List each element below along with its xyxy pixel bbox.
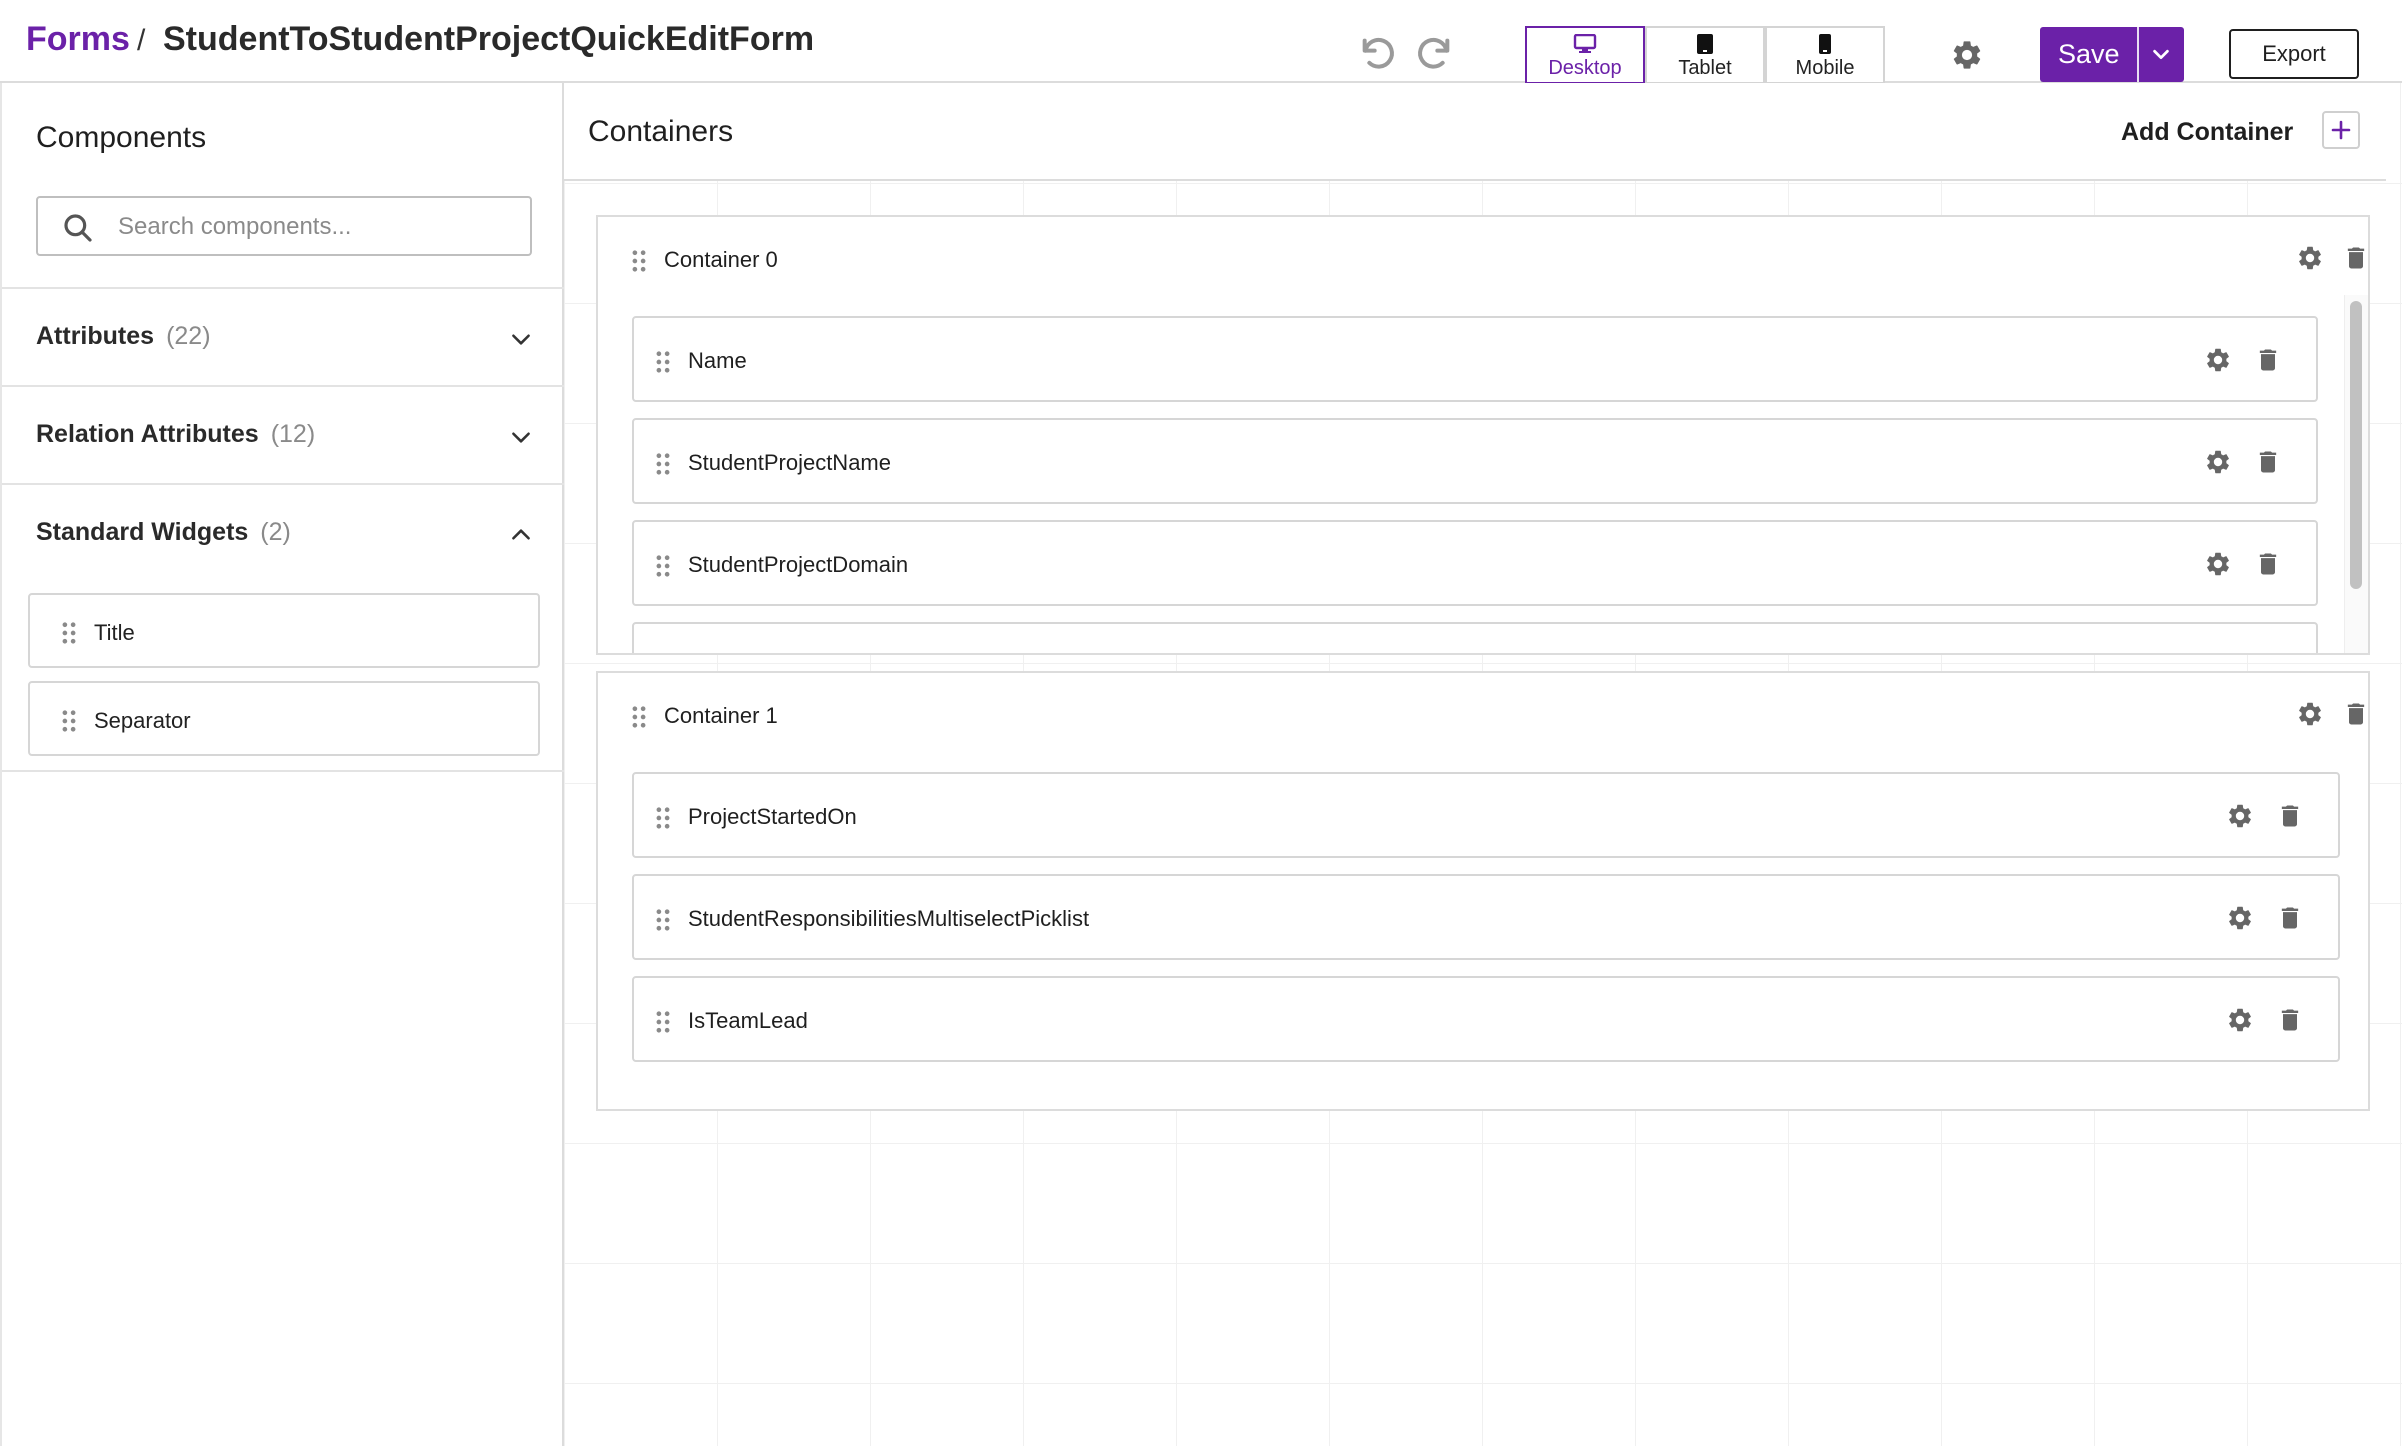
tab-desktop-label: Desktop	[1548, 57, 1622, 79]
container-0[interactable]: Container 0 Name StudentProjectName Stud…	[596, 215, 2370, 655]
tab-tablet-label: Tablet	[1678, 57, 1732, 79]
tab-mobile-label: Mobile	[1795, 57, 1855, 79]
field-settings-gear-icon[interactable]	[2226, 904, 2254, 932]
search-input[interactable]	[118, 208, 518, 246]
container-trash-icon[interactable]	[2342, 244, 2370, 272]
drag-handle-icon[interactable]	[656, 909, 670, 931]
top-header: Forms / StudentToStudentProjectQuickEdit…	[0, 0, 2402, 84]
chevron-down-icon[interactable]	[508, 424, 534, 450]
save-button-divider	[2137, 27, 2139, 82]
drag-handle-icon[interactable]	[632, 250, 646, 272]
add-container-button[interactable]	[2322, 111, 2360, 149]
field-settings-gear-icon[interactable]	[2226, 1006, 2254, 1034]
field-label: StudentProjectName	[688, 450, 891, 475]
field-label: ProjectStartedOn	[688, 804, 857, 829]
search-box	[36, 196, 532, 256]
drag-handle-icon[interactable]	[656, 351, 670, 373]
save-button-label: Save	[2058, 39, 2120, 69]
field-settings-gear-icon[interactable]	[2226, 802, 2254, 830]
drag-handle-icon[interactable]	[656, 453, 670, 475]
field-trash-icon[interactable]	[2276, 904, 2304, 932]
widget-title-label: Title	[94, 620, 135, 645]
field-label: StudentResponsibilitiesMultiselectPickli…	[688, 906, 1090, 931]
field-trash-icon[interactable]	[2276, 802, 2304, 830]
section-attributes-title: Attributes (22)	[36, 322, 211, 350]
container-trash-icon[interactable]	[2342, 700, 2370, 728]
chevron-up-icon[interactable]	[508, 522, 534, 548]
drag-handle-icon[interactable]	[656, 555, 670, 577]
components-sidebar: Components Attributes(22) Relation Attri…	[0, 83, 564, 1446]
containers-canvas: Containers Add Container Container 0 Nam…	[564, 83, 2402, 1446]
container-1[interactable]: Container 1 ProjectStartedOn StudentResp…	[596, 671, 2370, 1111]
field-settings-gear-icon[interactable]	[2204, 652, 2232, 653]
widget-separator-label: Separator	[94, 708, 191, 733]
section-relation-attributes-title: Relation Attributes (12)	[36, 420, 316, 448]
drag-handle-icon[interactable]	[62, 710, 76, 732]
field-row[interactable]: ProjectStartedOn	[632, 772, 2340, 858]
container-settings-gear-icon[interactable]	[2296, 700, 2324, 728]
field-trash-icon[interactable]	[2254, 550, 2282, 578]
field-trash-icon[interactable]	[2254, 448, 2282, 476]
field-settings-gear-icon[interactable]	[2204, 346, 2232, 374]
chevron-down-icon[interactable]	[508, 326, 534, 352]
field-trash-icon[interactable]	[2254, 346, 2282, 374]
field-settings-gear-icon[interactable]	[2204, 550, 2232, 578]
tablet-icon	[1697, 34, 1713, 54]
field-label: IsTeamLead	[688, 1008, 808, 1033]
drag-handle-icon[interactable]	[62, 622, 76, 644]
section-relation-attributes-count: (12)	[270, 420, 316, 448]
section-standard-widgets-count: (2)	[260, 518, 291, 546]
components-title: Components	[36, 121, 207, 154]
section-standard-widgets[interactable]: Standard Widgets (2)	[2, 483, 564, 581]
section-attributes[interactable]: Attributes (22)	[2, 287, 564, 385]
field-row[interactable]: StudentProjectName	[632, 418, 2318, 504]
field-row[interactable]: IsTeamLead	[632, 976, 2340, 1062]
tab-tablet[interactable]: Tablet	[1645, 26, 1765, 84]
redo-icon[interactable]	[1414, 34, 1454, 74]
tab-mobile[interactable]: Mobile	[1765, 26, 1885, 84]
plus-icon	[2331, 120, 2351, 140]
containers-title: Containers	[588, 115, 734, 148]
container-settings-gear-icon[interactable]	[2296, 244, 2324, 272]
search-icon	[64, 214, 92, 242]
field-trash-icon[interactable]	[2276, 1006, 2304, 1034]
section-relation-attributes[interactable]: Relation Attributes (12)	[2, 385, 564, 483]
field-row[interactable]: Name	[632, 316, 2318, 402]
breadcrumb-forms-link[interactable]: Forms	[26, 20, 130, 59]
section-attributes-count: (22)	[166, 322, 211, 350]
field-label: Name	[688, 348, 747, 373]
containers-header: Containers Add Container	[564, 83, 2386, 181]
widget-title[interactable]: Title	[28, 593, 540, 668]
undo-icon[interactable]	[1358, 34, 1398, 74]
container-title: Container 1	[664, 703, 778, 728]
container-title: Container 0	[664, 247, 778, 272]
save-button[interactable]: Save	[2040, 27, 2184, 82]
scrollbar-thumb[interactable]	[2350, 301, 2362, 589]
field-label: StudentProjectDomain	[688, 552, 909, 577]
field-row[interactable]	[632, 622, 2318, 653]
widget-separator[interactable]: Separator	[28, 681, 540, 756]
field-row[interactable]: StudentResponsibilitiesMultiselectPickli…	[632, 874, 2340, 960]
add-container-label[interactable]: Add Container	[2121, 118, 2293, 147]
settings-gear-icon[interactable]	[1950, 38, 1984, 72]
field-row[interactable]: StudentProjectDomain	[632, 520, 2318, 606]
field-settings-gear-icon[interactable]	[2204, 448, 2232, 476]
field-trash-icon[interactable]	[2254, 652, 2282, 653]
drag-handle-icon[interactable]	[656, 1011, 670, 1033]
mobile-icon	[1819, 34, 1831, 54]
chevron-down-icon[interactable]	[2150, 43, 2172, 65]
desktop-icon	[1573, 34, 1597, 53]
container-0-scroll-area[interactable]: Name StudentProjectName StudentProjectDo…	[598, 295, 2368, 653]
drag-handle-icon[interactable]	[632, 706, 646, 728]
section-standard-widgets-title: Standard Widgets (2)	[36, 518, 291, 546]
export-button[interactable]: Export	[2229, 29, 2359, 79]
tab-desktop[interactable]: Desktop	[1525, 26, 1645, 84]
breadcrumb-separator: /	[137, 24, 146, 57]
sidebar-divider	[2, 770, 564, 772]
page-title: StudentToStudentProjectQuickEditForm	[163, 20, 815, 58]
drag-handle-icon[interactable]	[656, 807, 670, 829]
